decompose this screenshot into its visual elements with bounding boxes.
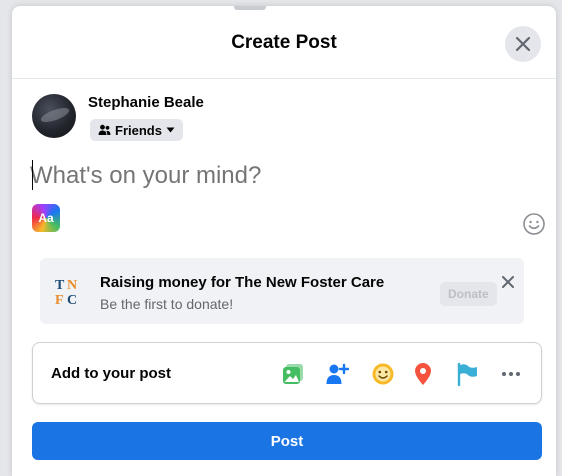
add-to-post-label: Add to your post xyxy=(51,365,171,382)
avatar[interactable] xyxy=(32,94,76,138)
feeling-activity-button[interactable] xyxy=(369,360,397,388)
add-to-post-bar: Add to your post xyxy=(32,342,542,404)
donate-button[interactable]: Donate xyxy=(440,282,497,306)
fundraiser-title: Raising money for The New Foster Care xyxy=(100,274,385,291)
svg-text:T: T xyxy=(55,278,65,293)
feeling-activity-icon xyxy=(372,363,394,385)
dialog-grabber xyxy=(234,6,266,10)
life-event-button[interactable] xyxy=(453,360,481,388)
svg-text:F: F xyxy=(55,293,64,308)
create-post-dialog: Create Post Stephanie Beale Friends Aa xyxy=(12,6,556,476)
header-divider xyxy=(12,78,556,79)
check-in-icon xyxy=(415,363,431,385)
check-in-button[interactable] xyxy=(409,360,437,388)
svg-text:N: N xyxy=(67,278,77,293)
close-icon xyxy=(515,36,531,52)
more-options-button[interactable] xyxy=(497,360,525,388)
post-text-input[interactable] xyxy=(30,158,510,194)
more-icon xyxy=(502,372,520,376)
fundraiser-subtitle: Be the first to donate! xyxy=(100,296,234,312)
text-format-button[interactable]: Aa xyxy=(32,204,60,232)
life-event-flag-icon xyxy=(457,362,477,386)
caret-down-icon xyxy=(166,127,175,133)
friends-icon xyxy=(98,124,111,135)
tag-people-icon xyxy=(326,363,349,384)
post-button[interactable]: Post xyxy=(32,422,542,460)
close-button[interactable] xyxy=(505,26,541,62)
close-icon[interactable] xyxy=(498,272,518,292)
smiley-icon[interactable] xyxy=(522,212,546,236)
fundraiser-card[interactable]: T N F C Raising money for The New Foster… xyxy=(40,258,524,324)
photo-video-button[interactable] xyxy=(279,360,307,388)
tag-people-button[interactable] xyxy=(323,360,351,388)
fundraiser-logo: T N F C xyxy=(55,278,77,308)
svg-text:C: C xyxy=(67,293,77,308)
audience-selector[interactable]: Friends xyxy=(90,119,183,141)
text-cursor xyxy=(32,160,33,190)
audience-label: Friends xyxy=(115,122,162,138)
dialog-header: Create Post xyxy=(12,22,556,62)
text-format-label: Aa xyxy=(38,211,54,225)
photo-video-icon xyxy=(283,364,303,384)
user-name[interactable]: Stephanie Beale xyxy=(88,94,204,111)
dialog-title: Create Post xyxy=(231,32,337,53)
